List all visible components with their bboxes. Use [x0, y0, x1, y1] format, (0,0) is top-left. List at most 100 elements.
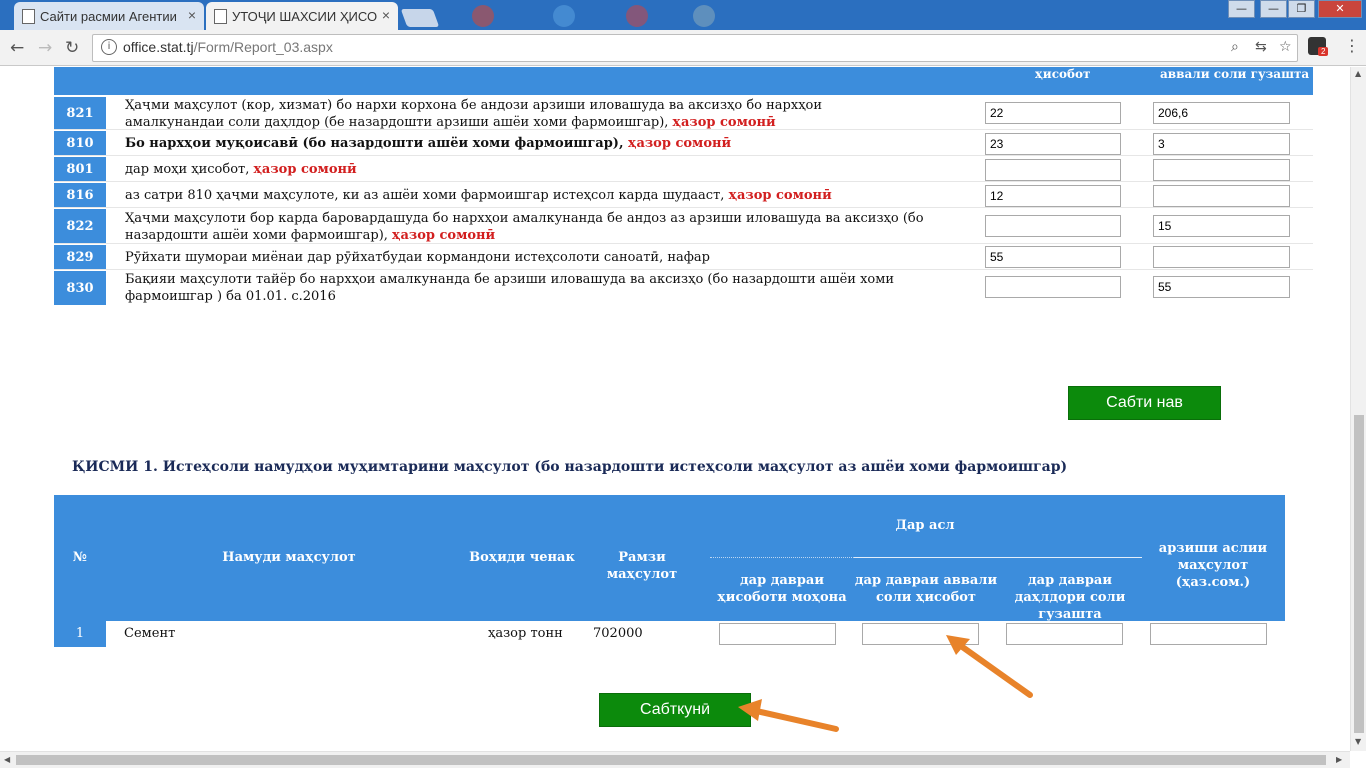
menu-icon[interactable]: ⋮: [1344, 36, 1360, 55]
header-actual-group: Дар асл: [895, 518, 955, 533]
scrollbar-thumb[interactable]: [16, 755, 1326, 765]
row-description: дар моҳи ҳисобот, ҳазор сомонӣ: [125, 161, 925, 178]
value-input-b[interactable]: [1153, 276, 1290, 298]
browser-icon: [553, 5, 575, 27]
unit-text: ҳазор сомонӣ: [672, 115, 776, 130]
maximize-button[interactable]: ❐: [1288, 0, 1315, 18]
table-row: 801 дар моҳи ҳисобот, ҳазор сомонӣ: [54, 157, 1313, 182]
annotation-arrow-icon: [738, 699, 839, 732]
save-button[interactable]: Сабткунӣ: [599, 693, 751, 727]
chrome-logo-icon: [472, 5, 494, 27]
table-row: 822 Ҳаҷми маҳсулоти бор карда баровардаш…: [54, 209, 1313, 244]
header-col-period: дар давраи ҳисоботи моҳона: [717, 573, 847, 605]
horizontal-scrollbar[interactable]: ◀ ▶: [0, 751, 1350, 768]
header-product-type: Намуди маҳсулот: [222, 550, 356, 565]
row-description: Бо нархҳои муқоисавӣ (бо назардошти ашёи…: [125, 135, 925, 152]
row-description: аз сатри 810 ҳаҷми маҳсулоте, ки аз ашёи…: [125, 187, 925, 204]
row-num: 1: [54, 621, 106, 647]
period-input[interactable]: [719, 623, 836, 645]
value-input-b[interactable]: [1153, 133, 1290, 155]
annotation-arrow-icon: [946, 635, 1033, 698]
unit-text: ҳазор сомонӣ: [628, 136, 732, 151]
value-input-a[interactable]: [985, 276, 1121, 298]
row-code: 816: [54, 183, 106, 207]
value-input-b[interactable]: [1153, 215, 1290, 237]
save-new-button[interactable]: Сабти нав: [1068, 386, 1221, 420]
tab-agency-site[interactable]: Сайти расмии Агентии ×: [14, 2, 204, 30]
header-col-b: аввали соли гузашта: [1160, 67, 1310, 81]
row-code: 702000: [593, 626, 643, 641]
header-col-a: ҳисобот: [1035, 67, 1091, 81]
address-bar[interactable]: i office.stat.tj/Form/Report_03.aspx ⌕ ⇆…: [92, 34, 1298, 62]
desc-text: Рӯйхати шумораи миёнаи дар рӯйхатбудаи к…: [125, 250, 710, 265]
header-col-prev: дар давраи аввали соли ҳисобот: [854, 573, 998, 605]
url-path: /Form/Report_03.aspx: [193, 39, 333, 55]
header-unit: Воҳиди ченак: [469, 550, 575, 565]
translate-icon[interactable]: ⇆: [1255, 39, 1267, 55]
close-window-button[interactable]: ✕: [1318, 0, 1362, 18]
tab-label: Сайти расмии Агентии: [40, 8, 177, 24]
user-button[interactable]: —: [1228, 0, 1255, 18]
row-description: Ҳаҷми маҳсулоти бор карда баровардашуда …: [125, 210, 925, 244]
bookmark-star-icon[interactable]: ☆: [1279, 39, 1292, 55]
url-text[interactable]: office.stat.tj/Form/Report_03.aspx: [123, 39, 333, 55]
row-code: 830: [54, 271, 106, 305]
header-num: №: [72, 550, 88, 565]
page-icon: [214, 9, 227, 24]
reload-icon[interactable]: ↻: [65, 38, 79, 58]
forward-arrow-icon[interactable]: →: [38, 38, 52, 58]
value-input-b[interactable]: [1153, 102, 1290, 124]
row-description: Бақияи маҳсулоти тайёр бо нархҳои амалку…: [125, 271, 925, 305]
desc-text: аз сатри 810 ҳаҷми маҳсулоте, ки аз ашёи…: [125, 188, 725, 203]
minimize-button[interactable]: —: [1260, 0, 1287, 18]
value-input-a[interactable]: [985, 215, 1121, 237]
unit-text: ҳазор сомонӣ: [728, 188, 832, 203]
row-description: Ҳаҷми маҳсулот (кор, хизмат) бо нархи ко…: [125, 97, 925, 131]
row-unit: ҳазор тонн: [488, 626, 563, 641]
unit-text: ҳазор сомонӣ: [392, 228, 496, 243]
value-input-a[interactable]: [985, 185, 1121, 207]
unit-text: ҳазор сомонӣ: [253, 162, 357, 177]
header-divider: [710, 557, 854, 558]
value-input-a[interactable]: [985, 133, 1121, 155]
row-code: 810: [54, 131, 106, 155]
value-input[interactable]: [1150, 623, 1267, 645]
zoom-icon[interactable]: ⌕: [1231, 39, 1239, 55]
desc-text: Ҳаҷми маҳсулоти бор карда баровардашуда …: [125, 211, 924, 243]
info-icon[interactable]: i: [101, 39, 117, 55]
scrollbar-thumb[interactable]: [1354, 415, 1364, 733]
header-divider: [854, 557, 1142, 558]
table-row: 810 Бо нархҳои муқоисавӣ (бо назардошти …: [54, 131, 1313, 156]
section-title: ҚИСМИ 1. Истеҳсоли намудҳои муҳимтарини …: [72, 459, 1068, 475]
value-input-b[interactable]: [1153, 185, 1290, 207]
tab-report-form[interactable]: УТОҶИ ШАХСИИ ҲИСО ×: [206, 2, 398, 30]
table-row: 821 Ҳаҷми маҳсулот (кор, хизмат) бо нарх…: [54, 97, 1313, 130]
desc-text: Бо нархҳои муқоисавӣ (бо назардошти ашёи…: [125, 136, 624, 151]
table1-header: ҳисобот аввали соли гузашта: [54, 67, 1313, 95]
tab-label: УТОҶИ ШАХСИИ ҲИСО: [232, 8, 378, 24]
desc-text: дар моҳи ҳисобот,: [125, 162, 250, 177]
back-arrow-icon[interactable]: ←: [10, 38, 24, 58]
table-row: 1 Семент ҳазор тонн 702000: [54, 621, 1285, 647]
header-col-value: арзиши аслии маҳсулот (ҳаз.сом.): [1158, 541, 1268, 590]
row-description: Рӯйхати шумораи миёнаи дар рӯйхатбудаи к…: [125, 249, 925, 266]
page-content: ҳисобот аввали соли гузашта 821 Ҳаҷми ма…: [0, 67, 1350, 751]
value-input-b[interactable]: [1153, 159, 1290, 181]
value-input-a[interactable]: [985, 246, 1121, 268]
row-code: 821: [54, 97, 106, 129]
value-input-a[interactable]: [985, 159, 1121, 181]
table-row: 830 Бақияи маҳсулоти тайёр бо нархҳои ам…: [54, 271, 1313, 305]
vertical-scrollbar[interactable]: ▲ ▼: [1350, 67, 1366, 751]
page-icon: [22, 9, 35, 24]
value-input-a[interactable]: [985, 102, 1121, 124]
close-tab-icon[interactable]: ×: [188, 7, 196, 23]
new-tab-button[interactable]: [400, 9, 440, 27]
url-host: office.stat.tj: [123, 39, 194, 55]
row-product: Семент: [124, 626, 176, 641]
row-code: 801: [54, 157, 106, 181]
browser-toolbar: ← → ↻ i office.stat.tj/Form/Report_03.as…: [0, 30, 1366, 66]
header-code: Рамзи маҳсулот: [606, 550, 678, 582]
app-icon: [626, 5, 648, 27]
value-input-b[interactable]: [1153, 246, 1290, 268]
close-tab-icon[interactable]: ×: [382, 7, 390, 23]
